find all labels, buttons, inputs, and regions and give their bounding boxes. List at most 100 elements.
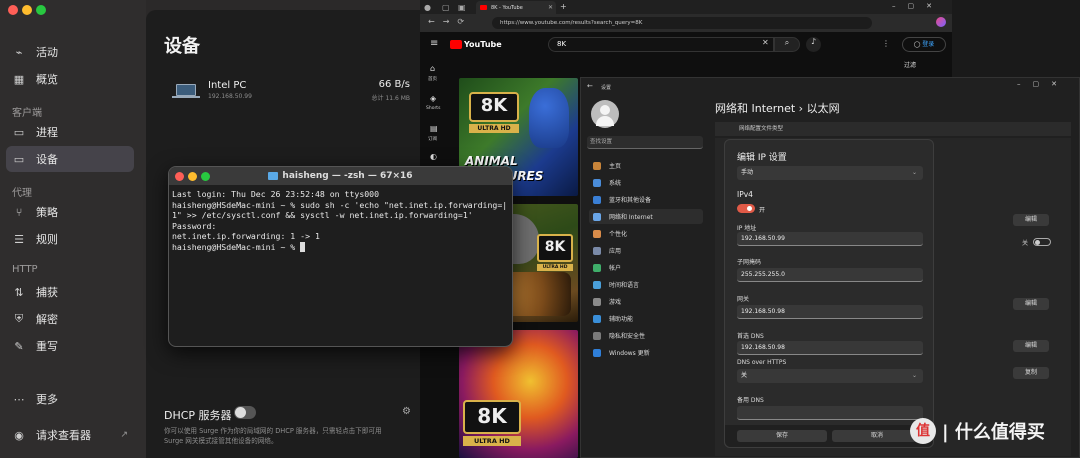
nav-capture[interactable]: ⇅ 捕获 <box>6 279 134 305</box>
you-icon[interactable]: ◐ <box>430 152 437 161</box>
settings-nav-privacy[interactable]: 隐私和安全性 <box>589 328 703 343</box>
save-button[interactable]: 保存 <box>737 430 827 442</box>
close-dot[interactable] <box>8 5 18 15</box>
url-input[interactable]: https://www.youtube.com/results?search_q… <box>492 17 872 29</box>
settings-window-buttons[interactable]: –▢✕ <box>1017 80 1069 88</box>
video-thumb-3[interactable]: 8K ULTRA HD <box>459 330 578 458</box>
mic-icon[interactable]: ♪ <box>806 37 821 52</box>
dhcp-toggle[interactable] <box>234 406 256 419</box>
tab-youtube[interactable]: 8K - YouTube ✕ <box>476 1 556 14</box>
ipv4-toggle[interactable] <box>737 204 755 213</box>
edit-button-2[interactable]: 编辑 <box>1013 298 1049 310</box>
copilot-icon[interactable] <box>936 17 946 27</box>
subscriptions-icon[interactable]: ▤ <box>430 124 438 133</box>
nav-decrypt[interactable]: ⛨ 解密 <box>6 306 134 332</box>
minimize-dot[interactable] <box>22 5 32 15</box>
clear-search-icon[interactable]: ✕ <box>762 38 769 47</box>
close-dot[interactable] <box>175 172 184 181</box>
zoom-dot[interactable] <box>36 5 46 15</box>
mask-input[interactable]: 255.255.255.0 <box>737 268 923 282</box>
cancel-button[interactable]: 取消 <box>832 430 922 442</box>
dhcp-desc-1: 你可以使用 Surge 作为你的局域网的 DHCP 服务器，只需轻点击下即可用 <box>164 427 382 435</box>
dns-input[interactable]: 192.168.50.98 <box>737 341 923 355</box>
settings-nav-network[interactable]: 网络和 Internet <box>589 209 703 224</box>
copy-button[interactable]: 复制 <box>1013 367 1049 379</box>
new-tab-icon[interactable]: + <box>560 2 567 11</box>
external-link-icon: ↗ <box>120 430 128 440</box>
settings-nav-home[interactable]: 主页 <box>589 158 703 173</box>
nav-policy[interactable]: ⑂ 策略 <box>6 199 134 225</box>
yt-nav-subs[interactable]: 订阅 <box>428 136 437 142</box>
chevron-down-icon: ⌄ <box>911 372 917 379</box>
metered-toggle[interactable] <box>1033 238 1051 246</box>
nav-request-viewer[interactable]: ◉ 请求查看器 ↗ <box>6 422 134 448</box>
settings-nav-gaming[interactable]: 游戏 <box>589 294 703 309</box>
gear-icon[interactable]: ⚙ <box>402 406 411 417</box>
shorts-icon[interactable]: ◈ <box>430 94 436 103</box>
ip-mode-select[interactable]: 手动 ⌄ <box>737 166 923 180</box>
hamburger-icon[interactable]: ≡ <box>430 38 438 49</box>
settings-nav-accounts[interactable]: 帐户 <box>589 260 703 275</box>
settings-nav-apps[interactable]: 应用 <box>589 243 703 258</box>
settings-search-input[interactable]: 查找设置 <box>587 136 703 149</box>
signin-button[interactable]: ◯ 登录 <box>902 37 946 52</box>
collections-icon[interactable]: ▣ <box>458 3 466 12</box>
nav-rewrite[interactable]: ✎ 重写 <box>6 333 134 359</box>
zoom-dot[interactable] <box>201 172 210 181</box>
dialog-footer: 保存 取消 <box>725 425 933 447</box>
nav-more[interactable]: ⋯ 更多 <box>6 386 134 412</box>
filter-button[interactable]: 过滤 <box>904 60 916 69</box>
edit-button-1[interactable]: 编辑 <box>1013 214 1049 226</box>
edit-ip-dialog: 编辑 IP 设置 手动 ⌄ IPv4 开 IP 地址 192.168.50.99 … <box>724 139 934 448</box>
laptop-icon <box>176 84 196 96</box>
settings-nav-time[interactable]: 时间和语言 <box>589 277 703 292</box>
nav-activity[interactable]: ⌁ 活动 <box>6 39 134 65</box>
user-icon: ◯ <box>913 41 923 48</box>
settings-nav-accessibility[interactable]: 辅助功能 <box>589 311 703 326</box>
profile-icon[interactable]: ● <box>424 3 431 12</box>
account-icon <box>593 263 601 272</box>
nav-devices[interactable]: ▭ 设备 <box>6 146 134 172</box>
settings-nav-personalize[interactable]: 个性化 <box>589 226 703 241</box>
nav-process[interactable]: ▭ 进程 <box>6 119 134 145</box>
rules-icon: ☰ <box>14 232 24 246</box>
yt-nav-shorts[interactable]: Shorts <box>426 106 440 111</box>
doh-select[interactable]: 关 ⌄ <box>737 369 923 383</box>
settings-nav-system[interactable]: 系统 <box>589 175 703 190</box>
terminal-title: haisheng — -zsh — 67×16 <box>282 171 413 181</box>
yt-nav-home[interactable]: 首页 <box>428 76 437 82</box>
search-icon[interactable]: ⌕ <box>774 37 800 52</box>
gateway-label: 网关 <box>737 296 750 303</box>
ip-input[interactable]: 192.168.50.99 <box>737 232 923 246</box>
device-row[interactable]: Intel PC 192.168.50.99 66 B/s 总计 11.6 MB <box>156 78 414 110</box>
capture-icon: ⇅ <box>14 285 24 299</box>
nav-arrows-icon[interactable]: ←→⟳ <box>428 17 472 26</box>
mask-label: 子网掩码 <box>737 259 762 266</box>
page-title: 设备 <box>164 36 200 57</box>
home-icon[interactable]: ⌂ <box>430 64 435 73</box>
more-vert-icon[interactable]: ⋮ <box>882 39 890 48</box>
edit-button-3[interactable]: 编辑 <box>1013 340 1049 352</box>
tabs-icon[interactable]: ▢ <box>442 3 450 12</box>
alt-dns-input[interactable] <box>737 406 923 420</box>
settings-nav-update[interactable]: Windows 更新 <box>589 345 703 360</box>
back-icon[interactable]: ← <box>587 82 593 90</box>
ipv4-state: 开 <box>759 207 766 214</box>
nav-rules[interactable]: ☰ 规则 <box>6 226 134 252</box>
nav-overview[interactable]: ▦ 概览 <box>6 66 134 92</box>
window-buttons[interactable]: –▢✕ <box>892 2 944 10</box>
cursor: ▌ <box>300 241 306 252</box>
youtube-favicon-icon <box>480 5 487 10</box>
terminal-output[interactable]: Last login: Thu Dec 26 23:52:48 on ttys0… <box>169 185 512 257</box>
badge-ultrahd: ULTRA HD <box>537 264 573 271</box>
minimize-dot[interactable] <box>188 172 197 181</box>
settings-title: 设置 <box>601 85 612 91</box>
settings-nav-bluetooth[interactable]: 蓝牙和其他设备 <box>589 192 703 207</box>
tab-close-icon[interactable]: ✕ <box>548 4 553 11</box>
youtube-header: ≡ YouTube 8K ✕ ⌕ ♪ ⋮ ◯ 登录 <box>420 32 952 58</box>
youtube-logo[interactable]: YouTube <box>450 40 502 49</box>
gateway-input[interactable]: 192.168.50.98 <box>737 305 923 319</box>
avatar[interactable] <box>591 100 619 128</box>
yt-search-input[interactable]: 8K <box>548 37 774 52</box>
device-name: Intel PC <box>208 80 247 91</box>
